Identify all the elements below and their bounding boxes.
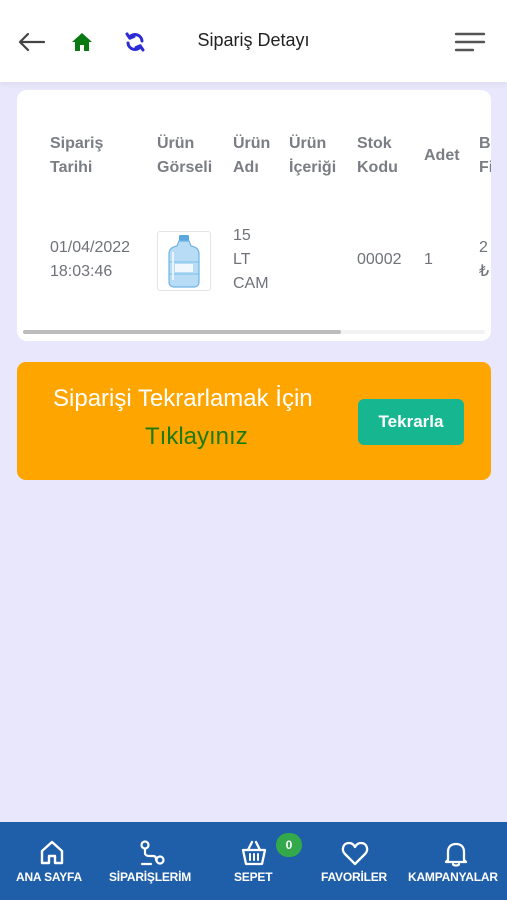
hamburger-menu-icon [454,32,486,52]
th-unit-price: B Fi [479,135,491,176]
repeat-order-text: Siparişi Tekrarlamak İçin [53,385,313,412]
nav-label-favorites: FAVORİLER [321,870,387,884]
th-stock-code: Stok Kodu [357,135,398,176]
horizontal-scrollbar-thumb[interactable] [23,330,341,334]
nav-item-campaigns[interactable]: KAMPANYALAR [403,822,507,900]
bell-icon [444,842,468,867]
cell-order-date: 01/04/2022 18:03:46 [50,239,131,280]
th-product-name: Ürün Adı [233,135,271,176]
page-title: Sipariş Detayı [197,30,310,50]
product-thumbnail[interactable] [157,231,211,291]
nav-label-campaigns: KAMPANYALAR [408,870,498,884]
cart-count-badge: 0 [276,833,302,857]
repeat-order-click-text: Tıklayınız [145,423,248,450]
th-quantity: Adet [424,147,460,164]
th-product-image: Ürün Görseli [157,135,213,176]
route-icon [140,840,165,866]
bottom-navigation: ANA SAYFA SİPARİŞLERİM SEPET FAVORİLER K… [0,822,507,900]
th-product-content: Ürün İçeriği [289,135,337,176]
heart-icon [341,841,369,866]
cell-product-name: 15 LT CAM [233,227,269,292]
nav-item-favorites[interactable]: FAVORİLER [303,822,403,900]
home-outline-icon [40,840,64,865]
repeat-order-banner: Siparişi Tekrarlamak İçin Tıklayınız Tek… [17,362,491,480]
nav-item-home[interactable]: ANA SAYFA [0,822,103,900]
nav-label-home: ANA SAYFA [16,870,82,884]
cell-quantity: 1 [424,251,433,268]
th-order-date: Sipariş Tarihi [50,135,104,176]
menu-button[interactable] [452,26,488,58]
basket-icon [241,840,267,866]
cell-stock-code: 00002 [357,251,402,268]
repeat-order-button[interactable]: Tekrarla [358,399,464,445]
cell-unit-price: 2 ₺ [479,239,490,280]
nav-label-cart: SEPET [234,870,273,884]
water-jug-icon [168,235,200,288]
nav-label-orders: SİPARİŞLERİM [109,870,192,884]
order-table[interactable]: Sipariş Tarihi Ürün Görseli Ürün Adı Ürün İç… [17,90,491,341]
nav-item-orders[interactable]: SİPARİŞLERİM [103,822,203,900]
order-detail-card: Sipariş Tarihi Ürün Görseli Ürün Adı Ürün İç… [17,90,491,341]
app-header: Sipariş Detayı [0,0,507,82]
